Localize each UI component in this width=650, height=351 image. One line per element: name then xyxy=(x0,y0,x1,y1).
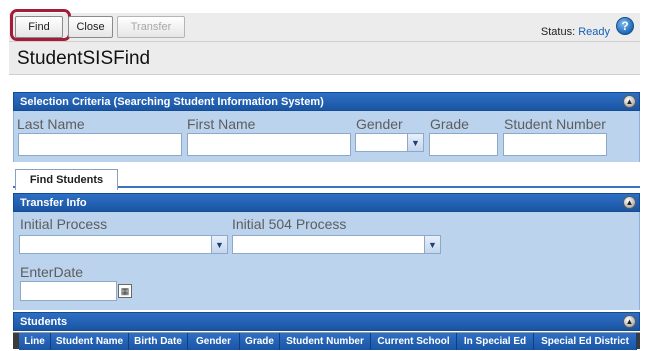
enter-date-input[interactable] xyxy=(20,281,117,301)
last-name-label: Last Name xyxy=(17,116,85,132)
column-header-birth-date[interactable]: Birth Date xyxy=(129,333,188,350)
initial-504-process-label: Initial 504 Process xyxy=(232,216,347,232)
students-title: Students xyxy=(20,316,68,328)
transfer-info-title: Transfer Info xyxy=(20,197,87,209)
chevron-down-icon[interactable]: ▼ xyxy=(407,134,423,151)
initial-process-label: Initial Process xyxy=(20,216,108,232)
tab-strip: Find Students xyxy=(13,164,640,190)
first-name-input[interactable] xyxy=(187,133,351,156)
transfer-button[interactable]: Transfer xyxy=(117,16,185,38)
column-header-student-number[interactable]: Student Number xyxy=(280,333,371,350)
student-number-input[interactable] xyxy=(503,133,607,156)
column-header-special-ed-district[interactable]: Special Ed District xyxy=(534,333,637,350)
collapse-icon[interactable]: ▲ xyxy=(623,95,636,108)
gender-select[interactable]: ▼ xyxy=(355,133,424,152)
status-value: Ready xyxy=(578,26,610,38)
title-bar: StudentSISFind xyxy=(9,41,640,75)
students-header[interactable]: Students ▲ xyxy=(13,312,640,331)
chevron-down-icon[interactable]: ▼ xyxy=(424,236,440,253)
column-header-line[interactable]: Line xyxy=(19,333,51,350)
collapse-icon[interactable]: ▲ xyxy=(623,196,636,209)
enter-date-label: EnterDate xyxy=(20,264,84,280)
status-label: Status: xyxy=(540,26,576,38)
student-number-label: Student Number xyxy=(504,116,606,132)
initial-process-select[interactable]: ▼ xyxy=(19,235,228,254)
help-icon[interactable]: ? xyxy=(616,17,634,35)
page-title: StudentSISFind xyxy=(17,48,151,69)
column-header-current-school[interactable]: Current School xyxy=(371,333,457,350)
initial-504-process-select[interactable]: ▼ xyxy=(232,235,441,254)
find-button[interactable]: Find xyxy=(15,16,63,38)
status-indicator: Status: Ready xyxy=(541,26,610,38)
collapse-icon[interactable]: ▲ xyxy=(623,315,636,328)
close-button[interactable]: Close xyxy=(68,16,113,38)
column-header-gender[interactable]: Gender xyxy=(188,333,240,350)
last-name-input[interactable] xyxy=(18,133,182,156)
selection-criteria-title: Selection Criteria (Searching Student In… xyxy=(20,96,324,108)
chevron-down-icon[interactable]: ▼ xyxy=(211,236,227,253)
gender-label: Gender xyxy=(356,116,403,132)
column-header-grade[interactable]: Grade xyxy=(240,333,280,350)
toolbar: Find Close Transfer Status: Ready ? xyxy=(9,9,640,41)
first-name-label: First Name xyxy=(187,116,256,132)
transfer-info-body: Initial Process ▼ Initial 504 Process ▼ … xyxy=(13,212,640,310)
tab-find-students[interactable]: Find Students xyxy=(15,169,118,190)
students-grid-header: Line Student Name Birth Date Gender Grad… xyxy=(13,332,640,350)
calendar-icon[interactable]: ▦ xyxy=(118,284,132,298)
transfer-info-header[interactable]: Transfer Info ▲ xyxy=(13,193,640,212)
grade-label: Grade xyxy=(430,116,469,132)
selection-criteria-header[interactable]: Selection Criteria (Searching Student In… xyxy=(13,92,640,111)
selection-criteria-body: Last Name First Name Gender ▼ Grade Stud… xyxy=(13,111,640,162)
column-header-in-special-ed[interactable]: In Special Ed xyxy=(457,333,534,350)
grade-input[interactable] xyxy=(429,133,498,156)
column-header-student-name[interactable]: Student Name xyxy=(51,333,129,350)
